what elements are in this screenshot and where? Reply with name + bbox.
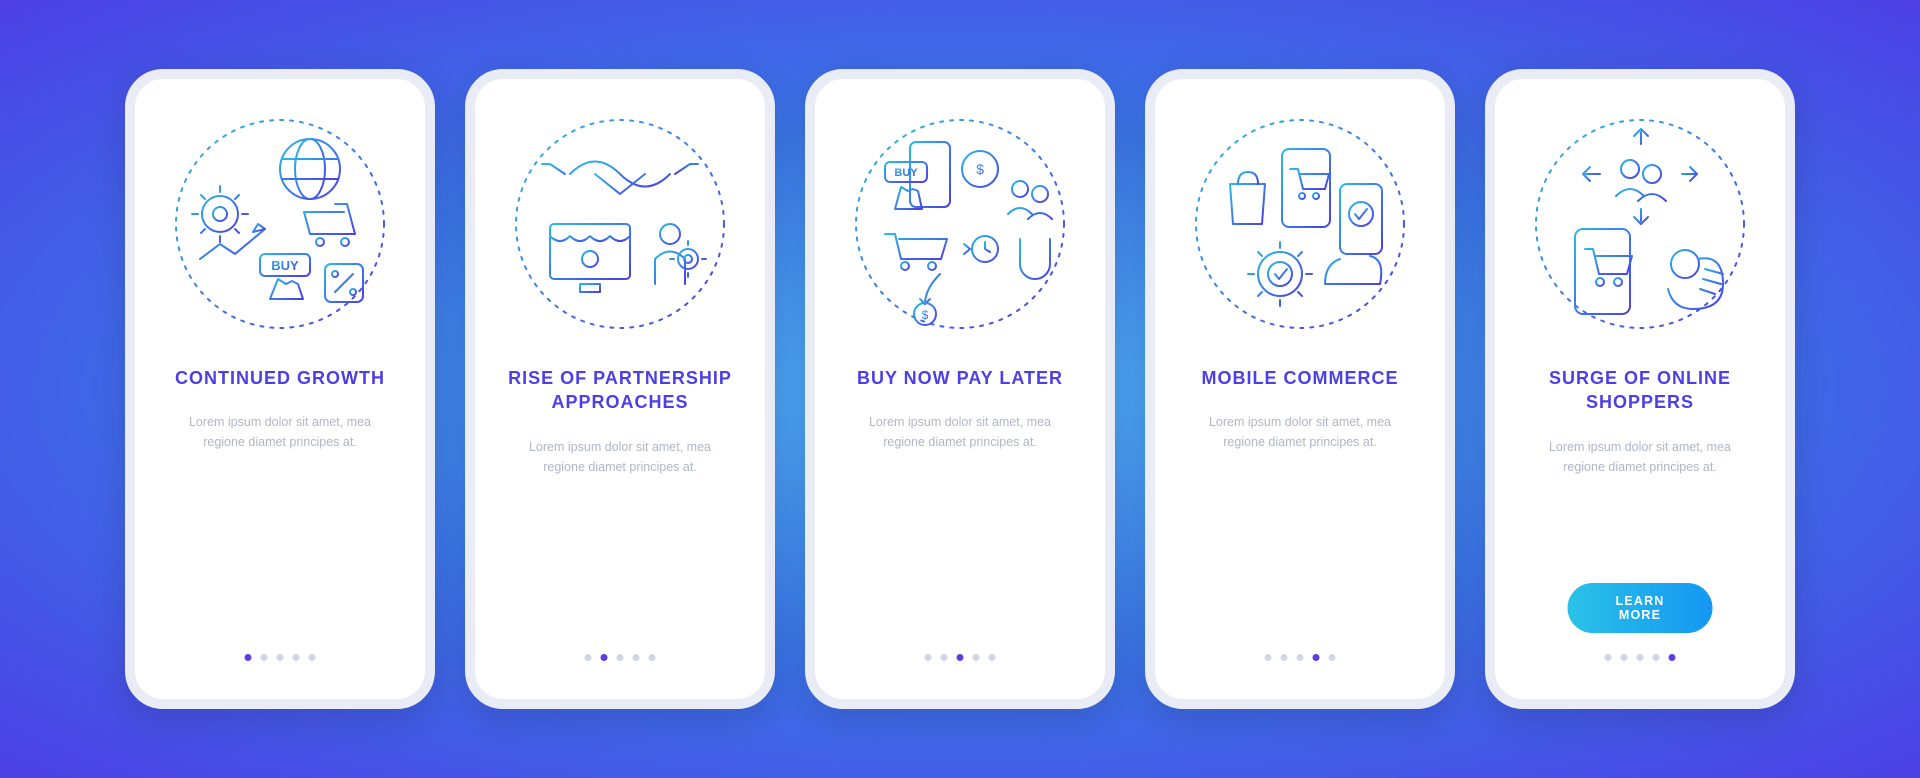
svg-text:BUY: BUY (271, 258, 299, 273)
onboarding-screen-1: BUY CONTINUED GROWTH Lorem ipsum dolor s… (125, 69, 435, 709)
screen-body: Lorem ipsum dolor sit amet, mea regione … (843, 412, 1077, 452)
screen-title: SURGE OF ONLINE SHOPPERS (1523, 366, 1757, 415)
svg-text:BUY: BUY (894, 167, 918, 179)
pagination-dot[interactable] (293, 654, 300, 661)
pagination-dot[interactable] (1605, 654, 1612, 661)
screen-title: CONTINUED GROWTH (175, 366, 385, 390)
pagination-dot[interactable] (1653, 654, 1660, 661)
svg-text:$: $ (922, 308, 929, 322)
pagination-dot[interactable] (617, 654, 624, 661)
illustration-partnership-icon (510, 114, 730, 334)
pagination-dots (585, 654, 656, 661)
pagination-dot[interactable] (1297, 654, 1304, 661)
pagination-dots (925, 654, 996, 661)
screen-body: Lorem ipsum dolor sit amet, mea regione … (1523, 437, 1757, 477)
screen-body: Lorem ipsum dolor sit amet, mea regione … (163, 412, 397, 452)
screen-title: MOBILE COMMERCE (1202, 366, 1399, 390)
svg-text:$: $ (976, 161, 984, 177)
pagination-dots (1265, 654, 1336, 661)
pagination-dot[interactable] (925, 654, 932, 661)
pagination-dot[interactable] (633, 654, 640, 661)
pagination-dot[interactable] (957, 654, 964, 661)
screen-body: Lorem ipsum dolor sit amet, mea regione … (1183, 412, 1417, 452)
learn-more-button[interactable]: LEARN MORE (1568, 583, 1713, 633)
pagination-dot[interactable] (1669, 654, 1676, 661)
pagination-dot[interactable] (1621, 654, 1628, 661)
illustration-online-shoppers-icon (1530, 114, 1750, 334)
pagination-dot[interactable] (309, 654, 316, 661)
pagination-dot[interactable] (1329, 654, 1336, 661)
pagination-dot[interactable] (261, 654, 268, 661)
pagination-dot[interactable] (245, 654, 252, 661)
pagination-dot[interactable] (277, 654, 284, 661)
pagination-dot[interactable] (1637, 654, 1644, 661)
pagination-dot[interactable] (601, 654, 608, 661)
onboarding-screen-5: SURGE OF ONLINE SHOPPERS Lorem ipsum dol… (1485, 69, 1795, 709)
pagination-dot[interactable] (649, 654, 656, 661)
illustration-buy-now-pay-later-icon: BUY $ $ (850, 114, 1070, 334)
screen-title: RISE OF PARTNERSHIP APPROACHES (503, 366, 737, 415)
pagination-dot[interactable] (941, 654, 948, 661)
illustration-mobile-commerce-icon (1190, 114, 1410, 334)
pagination-dot[interactable] (973, 654, 980, 661)
pagination-dot[interactable] (1313, 654, 1320, 661)
pagination-dot[interactable] (1281, 654, 1288, 661)
screen-title: BUY NOW PAY LATER (857, 366, 1063, 390)
pagination-dots (1605, 654, 1676, 661)
pagination-dot[interactable] (1265, 654, 1272, 661)
illustration-continued-growth-icon: BUY (170, 114, 390, 334)
pagination-dots (245, 654, 316, 661)
pagination-dot[interactable] (989, 654, 996, 661)
onboarding-screen-4: MOBILE COMMERCE Lorem ipsum dolor sit am… (1145, 69, 1455, 709)
onboarding-screen-2: RISE OF PARTNERSHIP APPROACHES Lorem ips… (465, 69, 775, 709)
pagination-dot[interactable] (585, 654, 592, 661)
onboarding-screen-3: BUY $ $ BU (805, 69, 1115, 709)
screen-body: Lorem ipsum dolor sit amet, mea regione … (503, 437, 737, 477)
